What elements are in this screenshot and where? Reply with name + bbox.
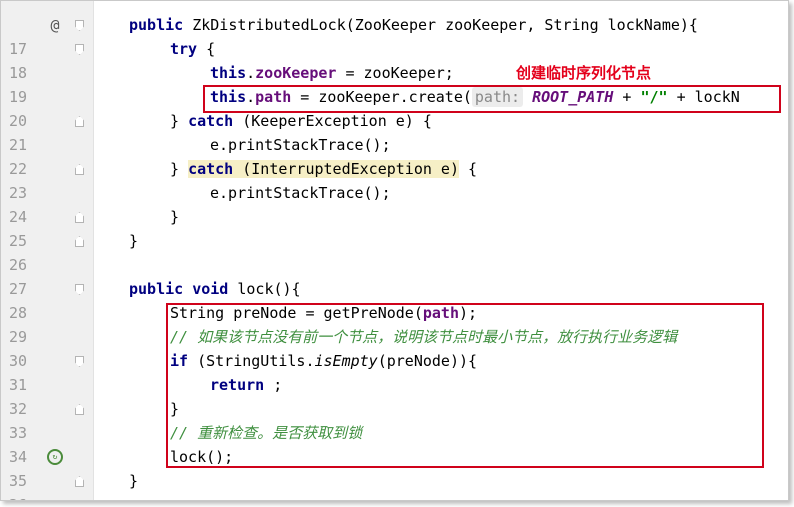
code-line-17[interactable]: 17 @ public ZkDistributedLock(ZooKeeper … — [1, 13, 788, 58]
fold-icon[interactable] — [75, 284, 84, 295]
code-text: (KeeperException e) { — [233, 112, 432, 130]
code-line-36[interactable]: 36 } — [1, 469, 788, 500]
keyword: public — [129, 280, 184, 298]
fold-icon[interactable] — [75, 404, 84, 415]
field: zooKeeper — [255, 64, 337, 82]
code-line-25[interactable]: 25 } — [1, 205, 788, 250]
code-line-18[interactable]: 18 try { — [1, 37, 788, 82]
code-text: . — [246, 64, 256, 82]
override-annotation-icon[interactable]: @ — [46, 16, 64, 34]
code-line-24[interactable]: 24 e.printStackTrace(); — [1, 181, 788, 226]
code-text: } — [129, 232, 139, 250]
fold-icon[interactable] — [75, 20, 84, 31]
code-line-19[interactable]: 19 this.zooKeeper = zooKeeper; — [1, 61, 788, 106]
code-editor[interactable]: 17 @ public ZkDistributedLock(ZooKeeper … — [0, 0, 789, 501]
keyword: try — [170, 40, 198, 58]
code-text: ZkDistributedLock(ZooKeeper zooKeeper, S… — [183, 16, 698, 34]
code-line-22[interactable]: 22 e.printStackTrace(); — [1, 133, 788, 178]
fold-icon[interactable] — [75, 356, 84, 367]
fold-icon[interactable] — [75, 116, 84, 127]
fold-icon[interactable] — [75, 236, 84, 247]
keyword: this — [210, 64, 247, 82]
code-line-26[interactable]: 26 } — [1, 229, 788, 274]
fold-icon[interactable] — [75, 212, 84, 223]
highlight-box-create — [203, 85, 781, 113]
code-line-27[interactable]: 27 — [1, 253, 788, 298]
code-text: (InterruptedException e) — [233, 160, 459, 178]
keyword: void — [192, 280, 229, 298]
code-text: lock(){ — [228, 280, 301, 298]
code-text: = zooKeeper; — [336, 64, 454, 82]
code-text: { — [197, 40, 216, 58]
recursion-icon[interactable]: ↻ — [47, 449, 63, 465]
keyword: catch — [188, 112, 234, 130]
code-text: e.printStackTrace(); — [210, 136, 391, 154]
annotation-label: 创建临时序列化节点 — [516, 64, 652, 82]
code-line-28[interactable]: 28 public void lock(){ — [1, 277, 788, 322]
code-text: e.printStackTrace(); — [210, 184, 391, 202]
code-line-23[interactable]: 23 } catch (InterruptedException e) { — [1, 157, 788, 202]
keyword: public — [129, 16, 184, 34]
fold-icon[interactable] — [75, 164, 84, 175]
code-text: { — [459, 160, 478, 178]
highlight-box-lock-body — [166, 303, 764, 468]
code-text: } — [170, 112, 189, 130]
code-text: } — [170, 160, 189, 178]
keyword: catch — [188, 160, 234, 178]
code-text: } — [170, 208, 180, 226]
code-text: } — [129, 472, 139, 490]
fold-icon[interactable] — [75, 44, 84, 55]
line-number: 36 — [9, 493, 35, 500]
fold-icon[interactable] — [75, 476, 84, 487]
